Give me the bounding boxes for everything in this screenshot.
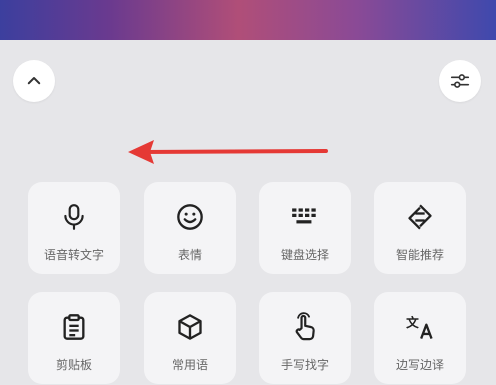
tile-voice-to-text[interactable]: 语音转文字 <box>28 182 120 274</box>
tile-label: 手写找字 <box>280 358 329 372</box>
tile-common-phrases[interactable]: 常用语 <box>144 292 236 384</box>
chevron-up-icon <box>27 77 41 85</box>
tile-label: 常用语 <box>171 358 208 372</box>
smart-recommend-icon <box>405 202 435 232</box>
tile-keyboard-selection[interactable]: 键盘选择 <box>259 182 351 274</box>
svg-text:文: 文 <box>406 315 419 330</box>
wallpaper-strip <box>0 0 496 40</box>
tile-handwriting[interactable]: 手写找字 <box>259 292 351 384</box>
cube-icon <box>175 312 205 342</box>
collapse-button[interactable] <box>13 60 55 102</box>
red-arrow-annotation <box>128 140 328 164</box>
handwriting-icon <box>290 312 320 342</box>
translate-icon: 文 <box>405 312 435 342</box>
sliders-icon <box>450 74 470 88</box>
tile-label: 键盘选择 <box>280 248 329 262</box>
settings-button[interactable] <box>439 60 481 102</box>
tile-write-translate[interactable]: 文 边写边译 <box>374 292 466 384</box>
tile-label: 表情 <box>177 248 202 262</box>
tile-smart-recommend[interactable]: 智能推荐 <box>374 182 466 274</box>
smiley-icon <box>175 202 205 232</box>
tile-clipboard[interactable]: 剪贴板 <box>28 292 120 384</box>
keyboard-icon <box>290 202 320 232</box>
microphone-icon <box>59 202 89 232</box>
tile-label: 剪贴板 <box>55 358 92 372</box>
tile-label: 智能推荐 <box>395 248 444 262</box>
tile-emoji[interactable]: 表情 <box>144 182 236 274</box>
clipboard-icon <box>59 312 89 342</box>
tile-label: 语音转文字 <box>43 248 104 262</box>
tile-label: 边写边译 <box>395 358 444 372</box>
